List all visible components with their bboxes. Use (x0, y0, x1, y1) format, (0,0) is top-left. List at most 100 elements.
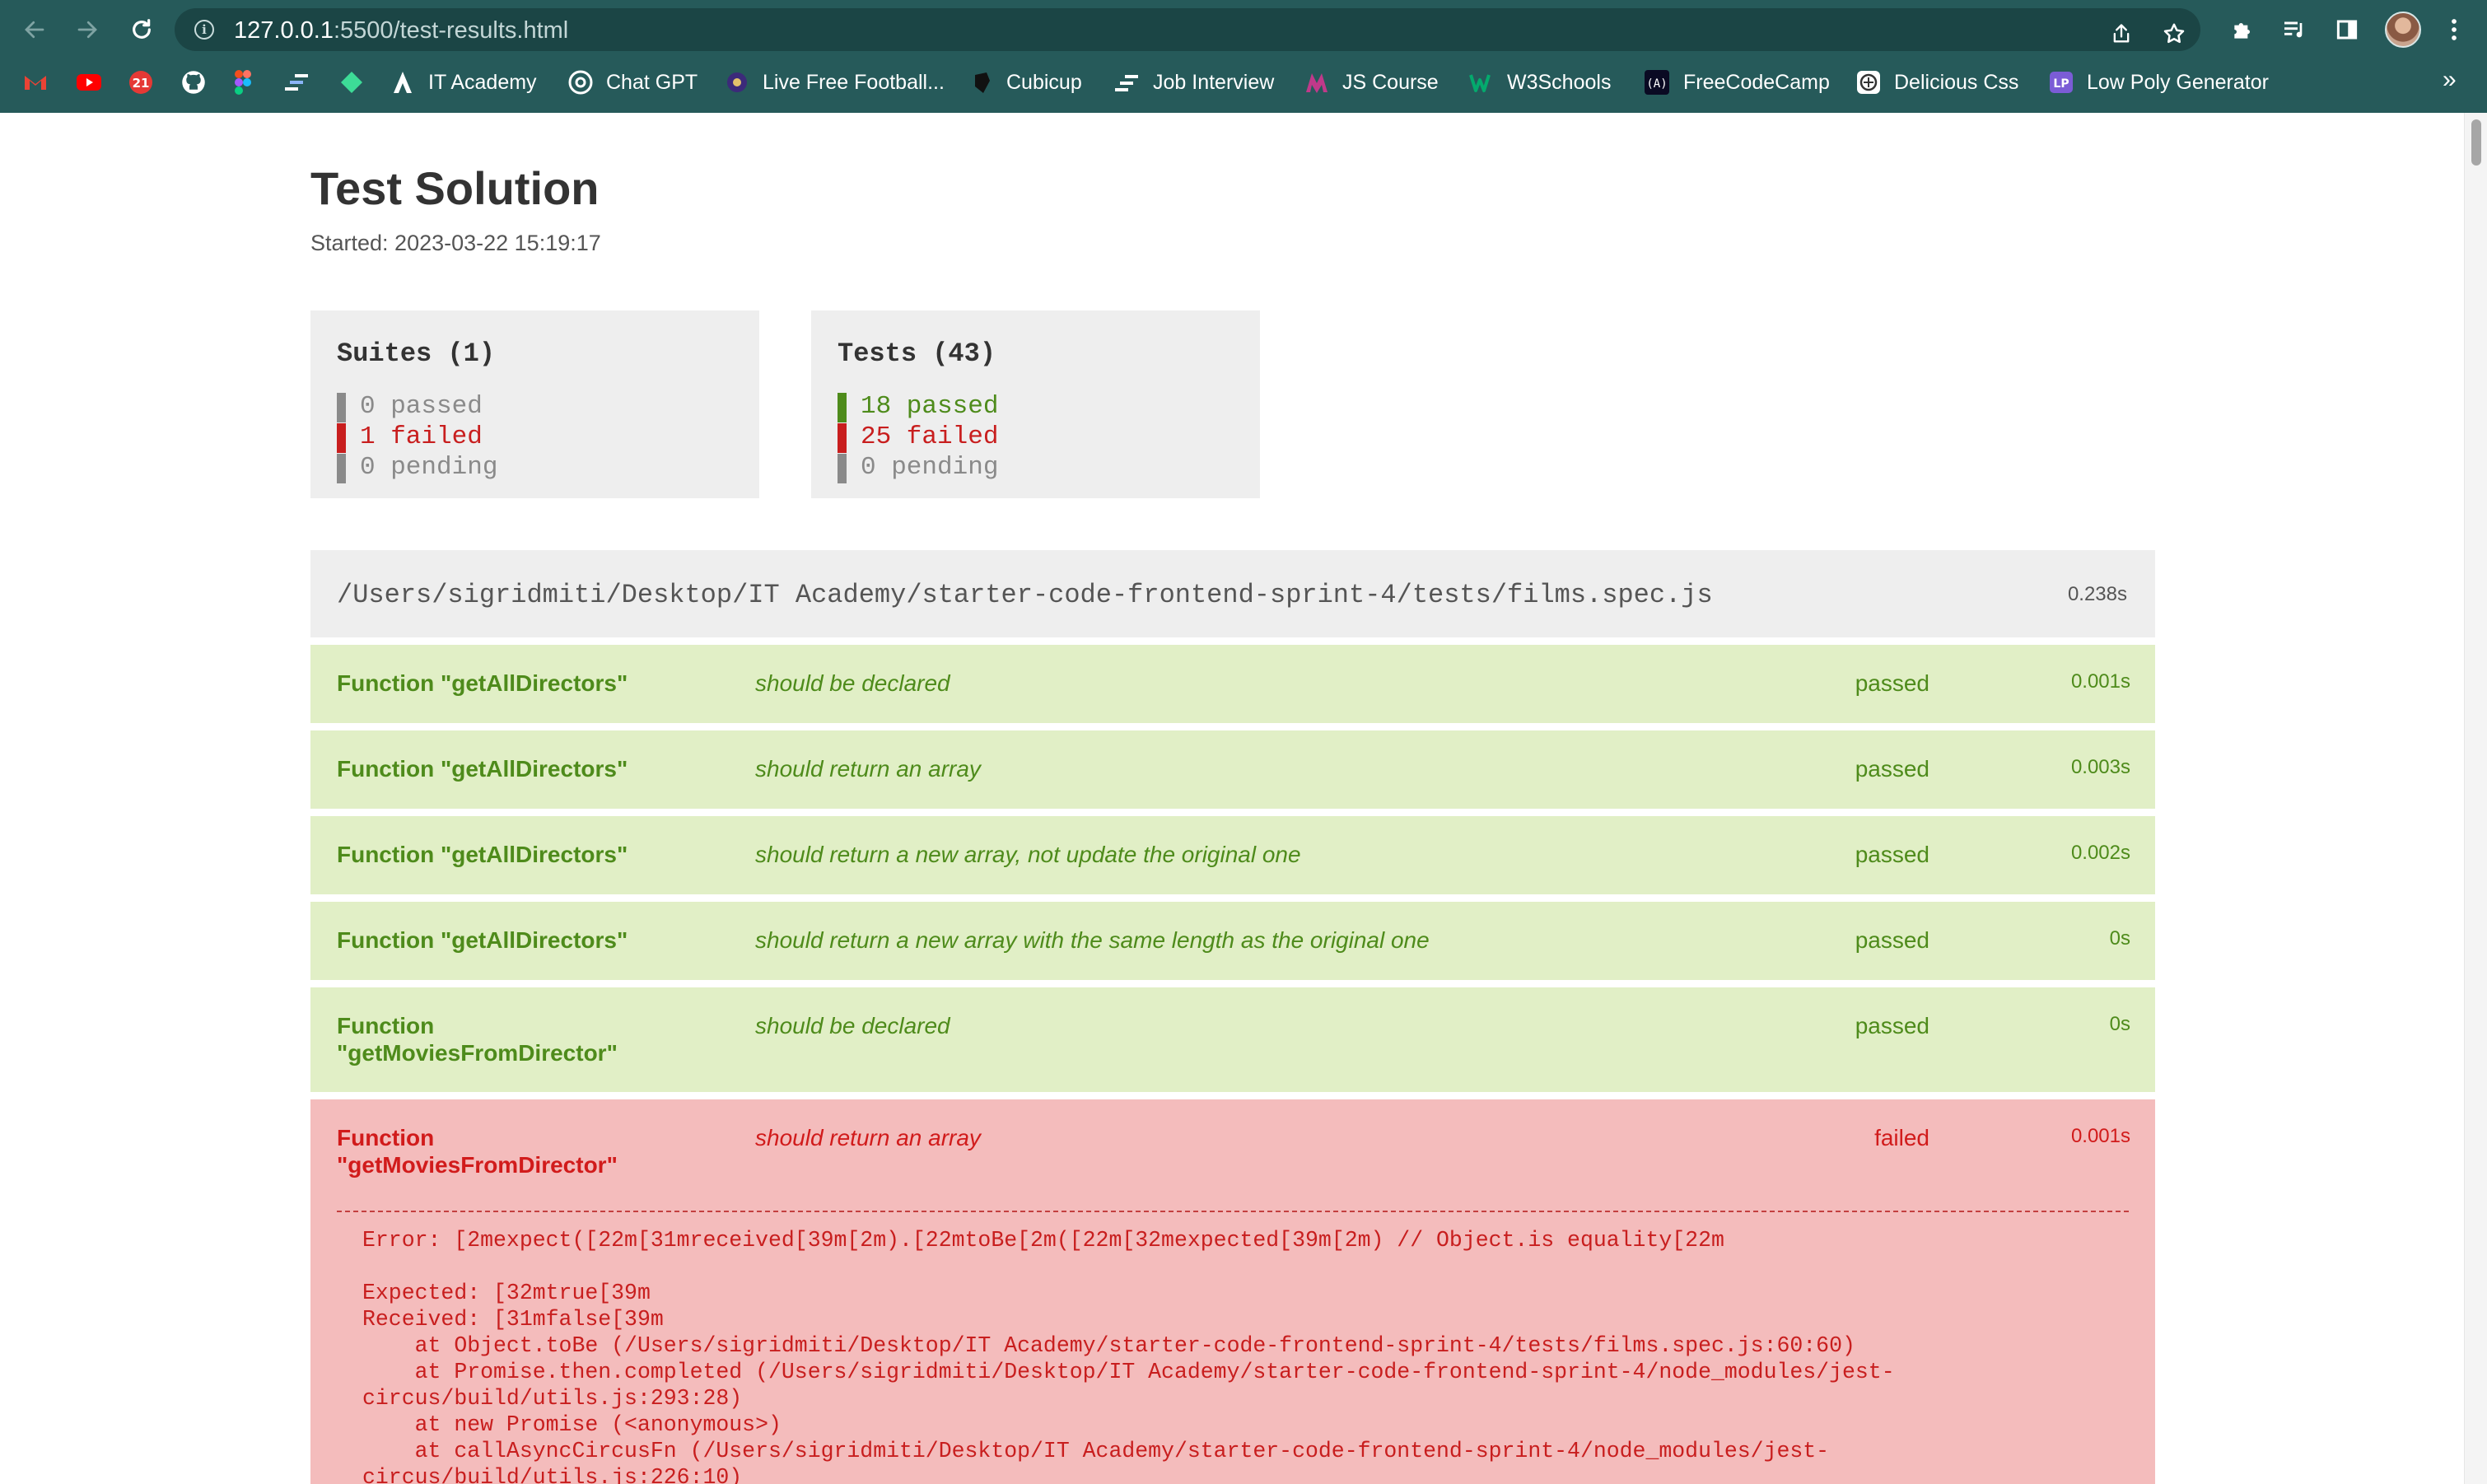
browser-menu-button[interactable] (2436, 12, 2472, 48)
test-description: should be declared (755, 670, 950, 696)
reload-button[interactable] (124, 12, 160, 48)
test-duration: 0s (2109, 1013, 2130, 1035)
suites-failed-count: 1 failed (337, 423, 483, 453)
bookmarks-bar: 21 IT Academy Chat GPT Live Free Footbal… (0, 63, 2487, 102)
suites-summary-heading: Suites (1) (337, 338, 496, 369)
test-description: should return an array (755, 756, 981, 782)
bookmark-youtube[interactable] (76, 68, 102, 97)
error-stack-trace: Error: [2mexpect([22m[31mreceived[39m[2m… (362, 1228, 1895, 1484)
test-row: Function "getAllDirectors" should return… (310, 902, 2155, 980)
forward-arrow-icon (77, 21, 97, 39)
suites-passed-count: 0 passed (337, 393, 483, 422)
tests-summary-box: Tests (43) 18 passed 25 failed 0 pending (811, 310, 1260, 498)
bookmark-low-poly-generator[interactable]: LP Low Poly Generator (2049, 68, 2269, 97)
figma-icon (235, 70, 251, 95)
star-icon (2163, 23, 2185, 44)
bookmarks-overflow-chevron-icon[interactable]: » (2443, 66, 2467, 96)
calendar-icon: 21 (129, 71, 152, 94)
test-description: should return an array (755, 1125, 981, 1150)
bookmark-w3schools[interactable]: W3Schools (1469, 68, 1611, 97)
bookmark-label: Live Free Football... (763, 70, 945, 94)
cubicup-icon (975, 72, 990, 93)
bookmark-cubicup[interactable]: Cubicup (972, 68, 1082, 97)
bookmark-live-free-football[interactable]: Live Free Football... (725, 68, 945, 97)
test-description: should return a new array with the same … (755, 927, 1430, 953)
svg-text:LP: LP (2053, 77, 2069, 91)
error-divider (337, 1211, 2129, 1212)
test-status: passed (1855, 670, 1929, 696)
extensions-button[interactable] (2225, 12, 2261, 48)
diamond-icon (341, 72, 362, 93)
test-status: failed (1874, 1125, 1929, 1150)
bookmark-diamond[interactable] (339, 68, 364, 97)
browser-toolbar: i 127.0.0.1:5500/test-results.html (0, 0, 2487, 59)
test-status: passed (1855, 927, 1929, 953)
bookmark-label: JS Course (1342, 70, 1439, 94)
suite-header: /Users/sigridmiti/Desktop/IT Academy/sta… (310, 550, 2155, 637)
test-status: passed (1855, 756, 1929, 782)
test-suite-name: Function "getAllDirectors" (337, 927, 628, 953)
chatgpt-icon (568, 70, 593, 95)
w3schools-icon (1469, 74, 1491, 92)
test-description: should be declared (755, 1013, 950, 1038)
test-status: passed (1855, 1013, 1929, 1038)
test-row: Function "getAllDirectors" should return… (310, 730, 2155, 809)
site-info-icon[interactable]: i (194, 20, 214, 40)
test-description: should return a new array, not update th… (755, 842, 1301, 867)
bookmark-calendar[interactable]: 21 (128, 68, 153, 97)
address-bar[interactable]: i 127.0.0.1:5500/test-results.html (175, 8, 2200, 51)
bookmark-delicious-css[interactable]: Delicious Css (1856, 68, 2018, 97)
svg-text:21: 21 (133, 76, 150, 91)
it-academy-icon (394, 72, 412, 93)
svg-text:(A): (A) (1646, 77, 1667, 91)
page-title: Test Solution (310, 162, 600, 214)
js-course-icon (1306, 73, 1327, 93)
bookmark-job-interview[interactable]: Job Interview (1113, 68, 1274, 97)
tests-summary-heading: Tests (43) (838, 338, 996, 369)
profile-avatar[interactable] (2385, 12, 2421, 48)
suite-file-path: /Users/sigridmiti/Desktop/IT Academy/sta… (337, 580, 1713, 610)
test-suite-name: Function "getAllDirectors" (337, 756, 628, 782)
bookmark-label: Low Poly Generator (2087, 70, 2269, 94)
test-duration: 0.002s (2070, 842, 2130, 864)
bookmark-gmail[interactable] (23, 68, 48, 97)
youtube-icon (77, 74, 101, 91)
bookmark-figma[interactable] (234, 68, 252, 97)
bookmark-freecodecamp[interactable]: (A) FreeCodeCamp (1644, 68, 1830, 97)
suites-summary-box: Suites (1) 0 passed 1 failed 0 pending (310, 310, 759, 498)
test-status: passed (1855, 842, 1929, 867)
back-button[interactable] (16, 12, 53, 48)
bookmark-label: Delicious Css (1894, 70, 2019, 94)
football-icon (727, 72, 747, 92)
test-suite-name: Function "getMoviesFromDirector" (337, 1125, 618, 1178)
scrollbar-thumb[interactable] (2471, 119, 2481, 166)
share-button[interactable] (2108, 21, 2135, 47)
low-poly-icon: LP (2050, 72, 2073, 93)
media-list-icon (2284, 21, 2303, 38)
started-timestamp: Started: 2023-03-22 15:19:17 (310, 231, 601, 255)
test-suite-name: Function "getAllDirectors" (337, 842, 628, 867)
test-duration: 0.003s (2070, 756, 2130, 778)
bookmark-github[interactable] (181, 68, 206, 97)
share-icon (2113, 24, 2130, 43)
bookmark-bars[interactable] (283, 68, 310, 97)
freecodecamp-icon: (A) (1645, 70, 1669, 95)
test-suite-name: Function "getAllDirectors" (337, 670, 628, 696)
bookmark-label: W3Schools (1507, 70, 1612, 94)
reading-list-button[interactable] (2276, 12, 2312, 48)
reload-icon (133, 19, 151, 39)
bars-icon (285, 74, 308, 91)
kebab-menu-icon (2452, 19, 2457, 40)
bookmark-it-academy[interactable]: IT Academy (390, 68, 537, 97)
side-panel-button[interactable] (2329, 12, 2365, 48)
tests-failed-count: 25 failed (838, 423, 998, 453)
bookmark-chat-gpt[interactable]: Chat GPT (568, 68, 698, 97)
test-row: Function "getAllDirectors" should be dec… (310, 645, 2155, 723)
bookmark-js-course[interactable]: JS Course (1304, 68, 1439, 97)
page-scrollbar[interactable] (2464, 113, 2487, 1484)
forward-button[interactable] (69, 12, 105, 48)
back-arrow-icon (25, 21, 44, 39)
tests-passed-count: 18 passed (838, 393, 998, 422)
test-row: Function "getMoviesFromDirector" should … (310, 987, 2155, 1092)
bookmark-star-button[interactable] (2161, 21, 2187, 47)
